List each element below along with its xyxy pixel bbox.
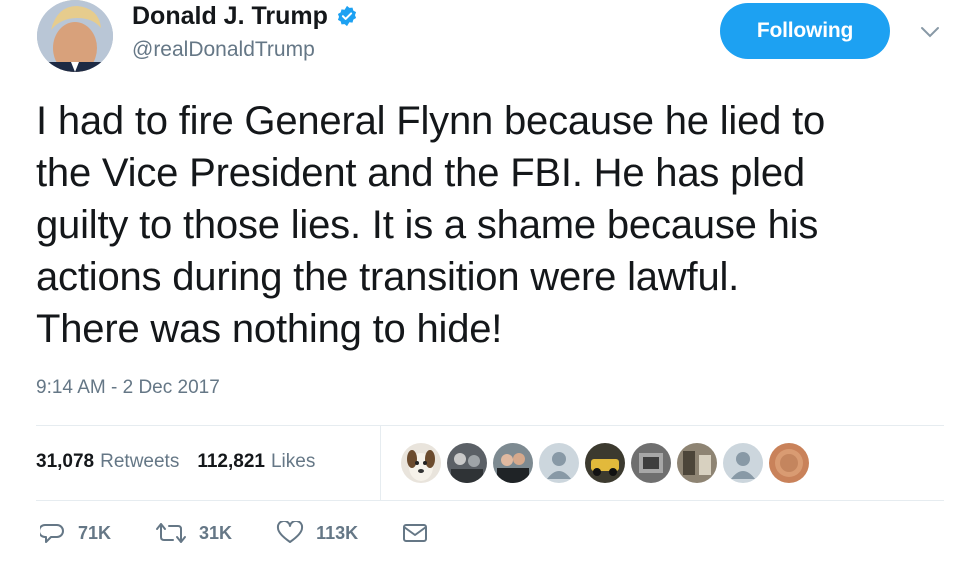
likes-count[interactable]: 112,821 <box>197 450 265 474</box>
divider <box>36 500 944 501</box>
retweets-count[interactable]: 31,078 <box>36 450 94 474</box>
envelope-icon <box>403 524 428 542</box>
retweets-label[interactable]: Retweets <box>100 450 179 474</box>
reply-action[interactable]: 71K <box>40 521 111 545</box>
tweet-line: There was nothing to hide! <box>36 307 503 351</box>
direct-message-action[interactable] <box>402 522 428 544</box>
stats-separator <box>380 425 381 500</box>
liker-avatar-group[interactable] <box>447 443 487 483</box>
reply-icon <box>40 524 64 543</box>
liker-avatar-photo[interactable] <box>631 443 671 483</box>
liker-avatar-street[interactable] <box>677 443 717 483</box>
liker-avatar-coin[interactable] <box>769 443 809 483</box>
divider <box>36 425 944 426</box>
liker-avatar-dog[interactable] <box>401 443 441 483</box>
liker-avatar-car[interactable] <box>585 443 625 483</box>
liker-avatar-default[interactable] <box>723 443 763 483</box>
heart-icon <box>277 521 304 543</box>
likers-avatars <box>401 443 809 483</box>
retweet-action[interactable]: 31K <box>155 521 232 545</box>
likes-label[interactable]: Likes <box>271 450 315 474</box>
tweet-line: guilty to those lies. It is a shame beca… <box>36 203 819 247</box>
chevron-down-icon[interactable] <box>918 22 942 42</box>
tweet-line: actions during the transition were lawfu… <box>36 255 740 299</box>
verified-badge-icon <box>336 5 358 27</box>
tweet-actions: 71K 31K 113K <box>40 521 472 545</box>
like-count: 113K <box>316 522 359 543</box>
tweet-stats: 31,078 Retweets 112,821 Likes <box>36 450 327 474</box>
user-handle[interactable]: @realDonaldTrump <box>132 37 315 63</box>
retweet-count: 31K <box>199 522 233 543</box>
tweet-timestamp[interactable]: 9:14 AM - 2 Dec 2017 <box>36 376 220 400</box>
display-name[interactable]: Donald J. Trump <box>132 0 328 32</box>
tweet-text: I had to fire General Flynn because he l… <box>36 95 956 355</box>
reply-count: 71K <box>78 522 112 543</box>
tweet-line: the Vice President and the FBI. He has p… <box>36 151 805 195</box>
liker-avatar-default[interactable] <box>539 443 579 483</box>
profile-avatar[interactable] <box>37 0 113 72</box>
liker-avatar-couple[interactable] <box>493 443 533 483</box>
retweet-icon <box>156 523 187 543</box>
tweet-line: I had to fire General Flynn because he l… <box>36 99 826 143</box>
like-action[interactable]: 113K <box>276 521 358 545</box>
following-button[interactable]: Following <box>720 3 890 59</box>
